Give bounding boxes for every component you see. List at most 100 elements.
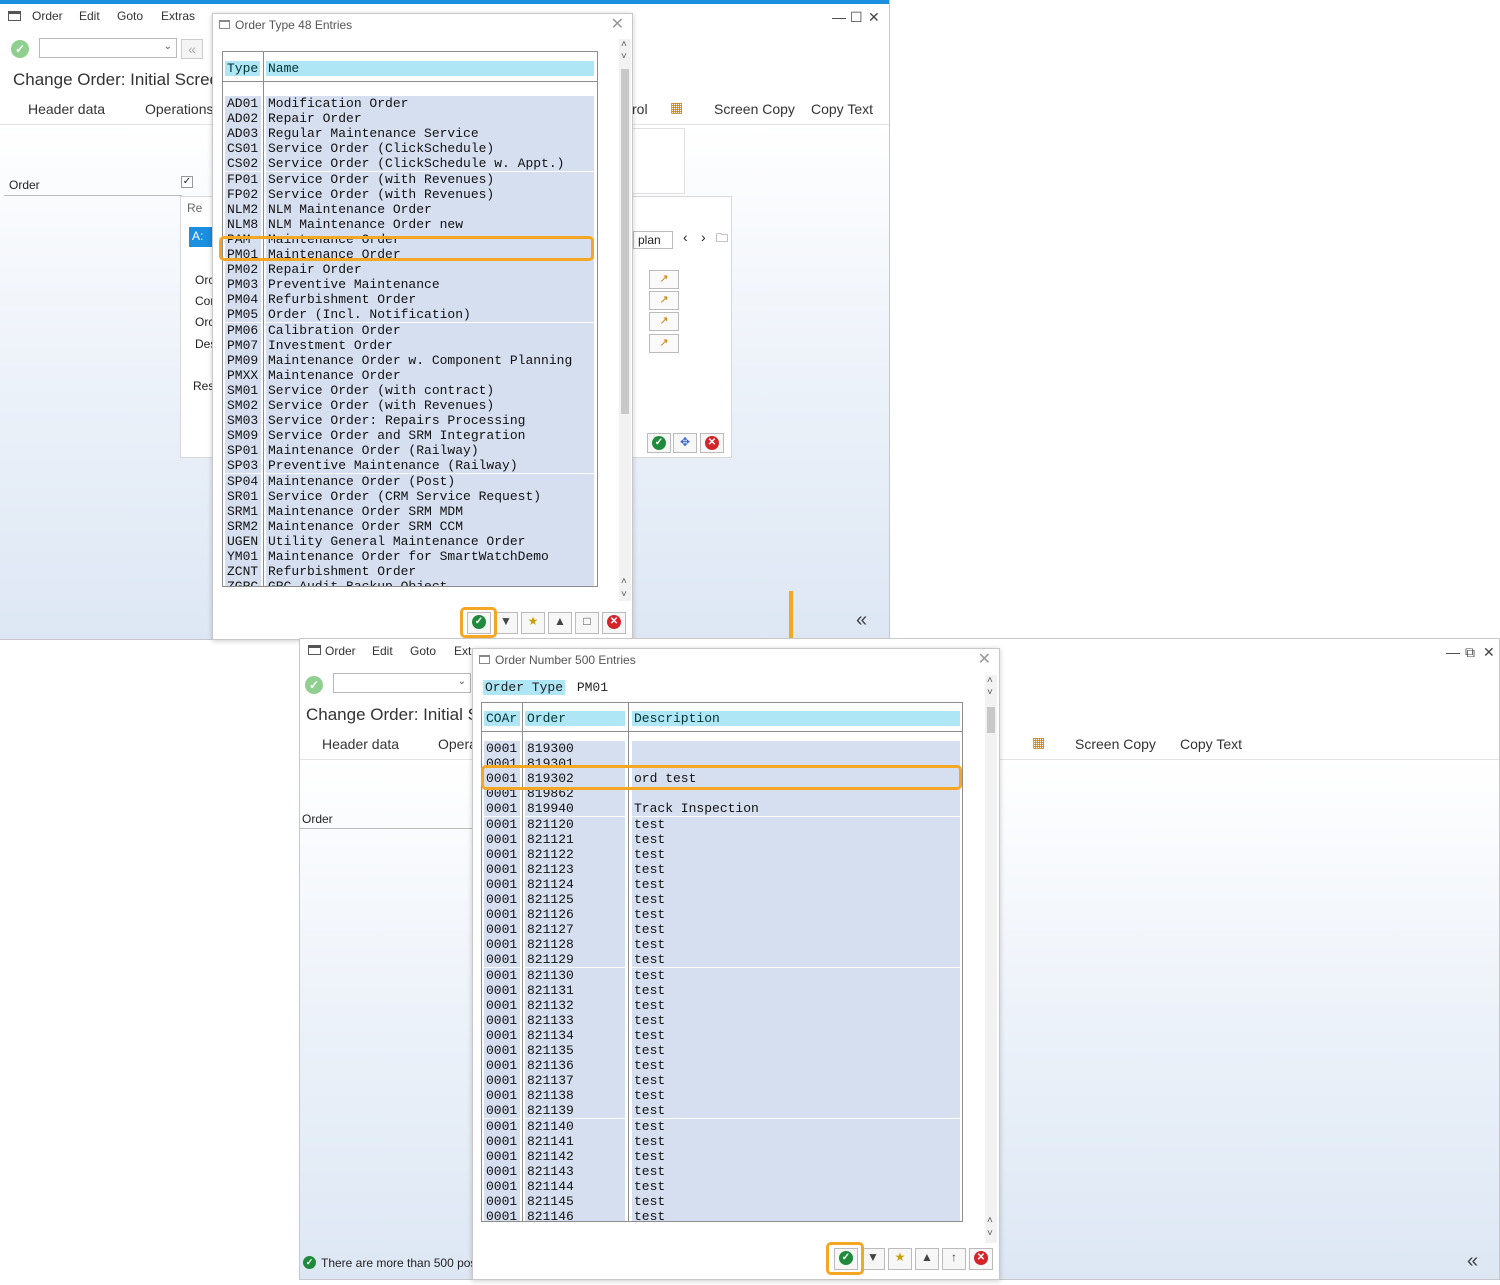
- collapse-icon[interactable]: «: [1467, 1250, 1478, 1273]
- menu-goto[interactable]: Goto: [410, 644, 436, 658]
- list-item[interactable]: UGEN Utility General Maintenance Order: [223, 533, 597, 549]
- scroll-up-icon[interactable]: ˅: [987, 687, 993, 698]
- folder-icon[interactable]: 🗀: [716, 229, 728, 250]
- table-row[interactable]: 0001 821144 test: [482, 1178, 962, 1194]
- minimize-icon[interactable]: —: [832, 9, 846, 25]
- filter-button[interactable]: ▼: [861, 1248, 885, 1270]
- list-item[interactable]: PM06 Calibration Order: [223, 322, 597, 338]
- back-icon[interactable]: «: [181, 39, 203, 59]
- filter-button[interactable]: ▼: [494, 612, 518, 634]
- minimize-icon[interactable]: —: [1446, 644, 1460, 660]
- table-row[interactable]: 0001 821120 test: [482, 816, 962, 832]
- cancel-button[interactable]: ✕: [969, 1248, 993, 1270]
- new-button[interactable]: □: [575, 612, 599, 634]
- list-item[interactable]: SP04 Maintenance Order (Post): [223, 473, 597, 489]
- list-item[interactable]: PM03 Preventive Maintenance: [223, 277, 597, 293]
- list-item[interactable]: AD02 Repair Order: [223, 111, 597, 127]
- list-item[interactable]: FP02 Service Order (with Revenues): [223, 186, 597, 202]
- table-row[interactable]: 0001 821133 test: [482, 1012, 962, 1028]
- multiple-selection-icon[interactable]: ↗: [649, 312, 679, 331]
- list-item[interactable]: PM04 Refurbishment Order: [223, 292, 597, 308]
- close-icon[interactable]: ✕: [868, 9, 880, 26]
- app-menu-icon[interactable]: [308, 645, 321, 655]
- scroll-down-icon[interactable]: ˅: [987, 1228, 993, 1239]
- list-item[interactable]: PM05 Order (Incl. Notification): [223, 307, 597, 323]
- table-row[interactable]: 0001 821138 test: [482, 1088, 962, 1104]
- list-item[interactable]: NLM8 NLM Maintenance Order new: [223, 216, 597, 232]
- table-row[interactable]: 0001 821122 test: [482, 846, 962, 862]
- table-row[interactable]: 0001 821123 test: [482, 861, 962, 877]
- checkbox-icon[interactable]: ✓: [181, 176, 193, 188]
- cancel-button[interactable]: ✕: [602, 612, 626, 634]
- table-row[interactable]: 0001 821131 test: [482, 982, 962, 998]
- panel-tab-partial[interactable]: A:: [189, 227, 213, 247]
- menu-order[interactable]: Order: [325, 644, 356, 658]
- list-item[interactable]: ZGRC GRC Audit Backup Object: [223, 579, 597, 586]
- list-item[interactable]: SM03 Service Order: Repairs Processing: [223, 413, 597, 429]
- table-row[interactable]: 0001 821130 test: [482, 967, 962, 983]
- chevron-left-icon[interactable]: ‹: [683, 229, 688, 245]
- panel-move-button[interactable]: ✥: [673, 433, 697, 453]
- tab-operations[interactable]: Operations: [145, 101, 213, 117]
- column-header-type[interactable]: Type: [225, 61, 260, 76]
- scroll-up-icon[interactable]: ˄: [621, 39, 627, 50]
- list-item[interactable]: SM01 Service Order (with contract): [223, 382, 597, 398]
- list-item[interactable]: PM09 Maintenance Order w. Component Plann…: [223, 352, 597, 368]
- list-item[interactable]: PM02 Repair Order: [223, 262, 597, 278]
- list-item[interactable]: CS02 Service Order (ClickSchedule w. Appt…: [223, 156, 597, 172]
- multiple-selection-icon[interactable]: ↗: [649, 334, 679, 353]
- scroll-down-icon[interactable]: ˅: [621, 589, 627, 600]
- table-row[interactable]: 0001 821142 test: [482, 1148, 962, 1164]
- list-item[interactable]: CS01 Service Order (ClickSchedule): [223, 141, 597, 157]
- column-header-order[interactable]: Order: [525, 711, 625, 726]
- table-row[interactable]: 0001 821121 test: [482, 831, 962, 847]
- list-item[interactable]: AD01 Modification Order: [223, 96, 597, 111]
- multiple-selection-icon[interactable]: ↗: [649, 291, 679, 310]
- panel-cancel-button[interactable]: ✕: [700, 433, 724, 453]
- table-row[interactable]: 0001 821139 test: [482, 1103, 962, 1119]
- command-field[interactable]: ⌄: [39, 38, 177, 58]
- list-item[interactable]: SRM1 Maintenance Order SRM MDM: [223, 503, 597, 519]
- list-item[interactable]: AD03 Regular Maintenance Service: [223, 126, 597, 142]
- table-row[interactable]: 0001 821143 test: [482, 1163, 962, 1179]
- table-row[interactable]: 0001 819940 Track Inspection: [482, 801, 962, 817]
- column-header-description[interactable]: Description: [632, 711, 960, 726]
- vertical-scrollbar[interactable]: ˄ ˅ ˄ ˅: [619, 39, 631, 601]
- menu-edit[interactable]: Edit: [372, 644, 393, 658]
- table-row[interactable]: 0001 821124 test: [482, 876, 962, 892]
- list-item[interactable]: SM09 Service Order and SRM Integration: [223, 428, 597, 444]
- chevron-right-icon[interactable]: ›: [701, 229, 706, 245]
- table-row[interactable]: 0001 819300: [482, 741, 962, 756]
- list-item[interactable]: SP01 Maintenance Order (Railway): [223, 443, 597, 459]
- table-row[interactable]: 0001 821125 test: [482, 892, 962, 907]
- tab-header-data[interactable]: Header data: [322, 736, 399, 752]
- table-row[interactable]: 0001 821132 test: [482, 997, 962, 1013]
- scroll-down-icon[interactable]: ˄: [987, 1215, 993, 1226]
- list-item[interactable]: FP01 Service Order (with Revenues): [223, 171, 597, 187]
- favorite-button[interactable]: ★: [888, 1248, 912, 1270]
- plan-tab[interactable]: plan: [633, 231, 673, 249]
- screen-copy-button[interactable]: Screen Copy: [1075, 736, 1156, 752]
- close-icon[interactable]: ✕: [1483, 644, 1495, 661]
- list-item[interactable]: SM02 Service Order (with Revenues): [223, 398, 597, 413]
- scroll-up-icon[interactable]: ˄: [987, 675, 993, 686]
- table-row[interactable]: 0001 821129 test: [482, 952, 962, 968]
- copy-text-button[interactable]: Copy Text: [1180, 736, 1242, 752]
- scroll-down-icon[interactable]: ˄: [621, 576, 627, 587]
- tab-header-data[interactable]: Header data: [28, 101, 105, 117]
- close-icon[interactable]: ✕: [611, 14, 624, 36]
- list-item[interactable]: SRM2 Maintenance Order SRM CCM: [223, 518, 597, 534]
- list-item[interactable]: PMXX Maintenance Order: [223, 367, 597, 383]
- menu-goto[interactable]: Goto: [117, 9, 143, 23]
- toolbar-control-partial[interactable]: rol: [632, 101, 648, 117]
- favorite-button[interactable]: ★: [521, 612, 545, 634]
- menu-order[interactable]: Order: [32, 9, 63, 23]
- list-item[interactable]: ZCNT Refurbishment Order: [223, 564, 597, 580]
- sort-button[interactable]: ↑: [942, 1248, 966, 1270]
- table-row[interactable]: 0001 821146 test: [482, 1209, 962, 1221]
- list-item[interactable]: SP03 Preventive Maintenance (Railway): [223, 458, 597, 474]
- list-item[interactable]: NLM2 NLM Maintenance Order: [223, 201, 597, 217]
- multiple-selection-icon[interactable]: ↗: [649, 270, 679, 289]
- table-row[interactable]: 0001 821128 test: [482, 937, 962, 953]
- hierarchy-icon[interactable]: ▦: [1032, 734, 1045, 751]
